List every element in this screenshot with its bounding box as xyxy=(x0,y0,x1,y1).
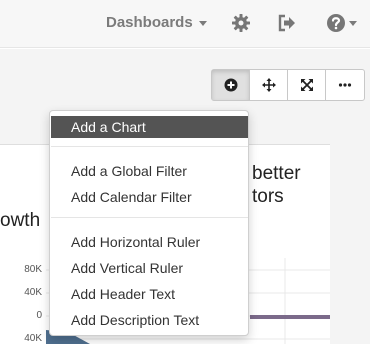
menu-item-add-horizontal-ruler[interactable]: Add Horizontal Ruler xyxy=(51,231,248,253)
add-item-dropdown: Add a Chart Add a Global Filter Add Cale… xyxy=(49,110,249,336)
card-title-right: better tors xyxy=(252,162,301,208)
expand-icon xyxy=(300,79,313,91)
card-title-right-line2: tors xyxy=(252,186,284,207)
dashboards-menu[interactable]: Dashboards xyxy=(106,14,207,31)
menu-divider xyxy=(51,217,248,218)
card-title-right-line1: better xyxy=(252,163,301,184)
sign-out-icon[interactable] xyxy=(277,13,297,33)
gear-icon[interactable] xyxy=(231,13,251,33)
chevron-down-icon xyxy=(349,21,357,26)
move-button[interactable] xyxy=(250,70,288,100)
top-navbar: Dashboards xyxy=(0,0,370,48)
fullscreen-button[interactable] xyxy=(288,70,326,100)
add-item-button[interactable] xyxy=(212,70,250,100)
dashboards-label: Dashboards xyxy=(106,14,193,31)
chevron-down-icon xyxy=(198,21,207,26)
menu-item-add-description-text[interactable]: Add Description Text xyxy=(51,309,248,331)
menu-item-add-header-text[interactable]: Add Header Text xyxy=(51,283,248,305)
move-icon xyxy=(261,78,276,92)
menu-item-add-vertical-ruler[interactable]: Add Vertical Ruler xyxy=(51,257,248,279)
dashboard-toolbar xyxy=(211,69,365,101)
card-title-left: owth xyxy=(0,210,41,231)
help-menu[interactable] xyxy=(326,13,358,33)
menu-item-add-global-filter[interactable]: Add a Global Filter xyxy=(51,160,248,182)
menu-divider xyxy=(51,146,248,147)
plus-circle-icon xyxy=(224,78,237,92)
ellipsis-icon xyxy=(338,83,352,87)
menu-item-add-chart[interactable]: Add a Chart xyxy=(51,116,248,138)
menu-item-add-calendar-filter[interactable]: Add Calendar Filter xyxy=(51,186,248,208)
more-options-button[interactable] xyxy=(326,70,364,100)
help-icon xyxy=(327,14,345,32)
